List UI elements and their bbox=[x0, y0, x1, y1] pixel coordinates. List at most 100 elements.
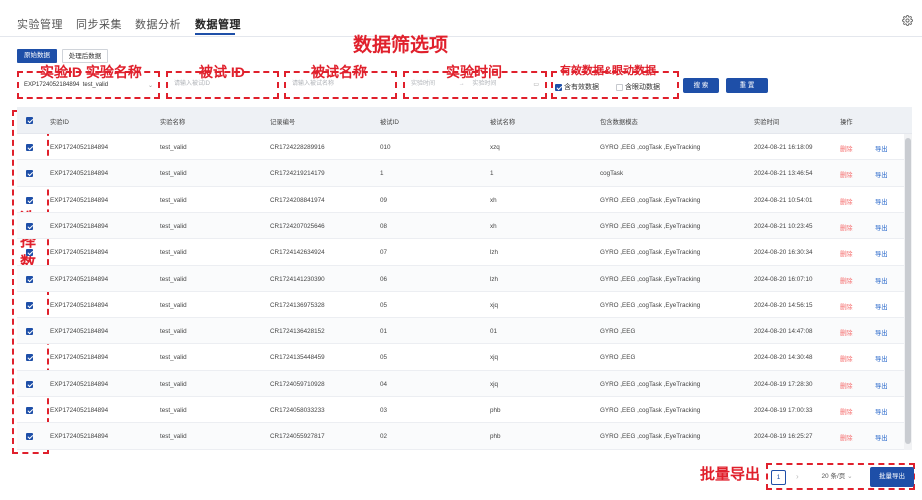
delete-link[interactable]: 删除 bbox=[840, 276, 853, 285]
export-link[interactable]: 导出 bbox=[875, 328, 888, 337]
delete-link[interactable]: 删除 bbox=[840, 197, 853, 206]
col-header-actions: 操作 bbox=[840, 119, 853, 126]
cell-subject-name: 1 bbox=[490, 170, 494, 178]
cell-time: 2024-08-20 14:30:48 bbox=[754, 354, 813, 362]
row-select-checkbox[interactable] bbox=[26, 380, 33, 388]
export-link[interactable]: 导出 bbox=[875, 197, 888, 206]
export-link[interactable]: 导出 bbox=[875, 354, 888, 363]
col-header-time: 实验时间 bbox=[754, 119, 780, 126]
export-link[interactable]: 导出 bbox=[875, 144, 888, 153]
cell-record: CR1724136428152 bbox=[270, 328, 325, 336]
delete-link[interactable]: 删除 bbox=[840, 170, 853, 179]
row-select-checkbox[interactable] bbox=[26, 249, 33, 257]
cell-exp-name: test_valid bbox=[160, 354, 187, 362]
cell-exp-name: test_valid bbox=[160, 433, 187, 441]
chevron-down-icon: ⌄ bbox=[147, 83, 153, 89]
table-row: EXP1724052184894 test_valid CR172420702564… bbox=[17, 212, 904, 240]
cell-modality: GYRO ,EEG ,cogTask ,EyeTracking bbox=[600, 380, 701, 388]
row-select-checkbox[interactable] bbox=[26, 170, 33, 178]
reset-button[interactable]: 重 置 bbox=[726, 78, 768, 93]
cell-subject-id: 07 bbox=[380, 249, 388, 257]
export-link[interactable]: 导出 bbox=[875, 249, 888, 258]
cell-subject-id: 1 bbox=[380, 170, 384, 178]
cell-modality: GYRO ,EEG ,cogTask ,EyeTracking bbox=[600, 196, 701, 204]
delete-link[interactable]: 删除 bbox=[840, 381, 853, 390]
has-valid-checkbox[interactable]: 含有效数据 bbox=[555, 82, 599, 92]
export-link[interactable]: 导出 bbox=[875, 276, 888, 285]
cell-time: 2024-08-19 16:25:27 bbox=[754, 433, 813, 441]
cell-exp-id: EXP1724052184894 bbox=[50, 328, 109, 336]
cell-exp-id: EXP1724052184894 bbox=[50, 354, 109, 362]
row-select-checkbox[interactable] bbox=[26, 328, 33, 336]
cell-subject-name: phb bbox=[490, 433, 501, 441]
checkbox-checked-icon bbox=[555, 83, 562, 91]
cell-subject-id: 09 bbox=[380, 196, 388, 204]
cell-record: CR1724059710928 bbox=[270, 380, 325, 388]
nav-tab-sync-collection[interactable]: 同步采集 bbox=[76, 16, 122, 32]
scrollbar-thumb[interactable] bbox=[905, 138, 911, 444]
cell-exp-id: EXP1724052184894 bbox=[50, 407, 109, 414]
page-size-select[interactable]: 20 条/页 ⌄ bbox=[815, 470, 859, 485]
time-start-input[interactable]: 实验时间 bbox=[411, 81, 435, 87]
export-link[interactable]: 导出 bbox=[875, 407, 888, 416]
cell-exp-name: test_valid bbox=[160, 249, 187, 257]
cell-subject-name: xh bbox=[490, 196, 497, 204]
cell-record: CR1724228289916 bbox=[270, 144, 325, 151]
cell-modality: GYRO ,EEG ,cogTask ,EyeTracking bbox=[600, 144, 701, 151]
batch-export-button[interactable]: 批量导出 bbox=[870, 467, 914, 487]
export-link[interactable]: 导出 bbox=[875, 381, 888, 390]
delete-link[interactable]: 删除 bbox=[840, 407, 853, 416]
cell-time: 2024-08-20 14:47:08 bbox=[754, 328, 813, 336]
nav-tab-data-management[interactable]: 数据管理 bbox=[195, 16, 241, 32]
time-end-input[interactable]: 实验时间 bbox=[472, 81, 496, 87]
nav-tab-experiment-management[interactable]: 实验管理 bbox=[17, 16, 63, 32]
subtab-raw-data[interactable]: 原始数据 bbox=[17, 49, 57, 63]
table-row: EXP1724052184894 test_valid CR172422828991… bbox=[17, 134, 904, 161]
cell-record: CR1724058033233 bbox=[270, 407, 325, 414]
export-link[interactable]: 导出 bbox=[875, 433, 888, 442]
page-number-current[interactable]: 1 bbox=[771, 470, 786, 485]
nav-tab-data-analysis[interactable]: 数据分析 bbox=[135, 16, 181, 32]
subtab-processed-data[interactable]: 处理后数据 bbox=[62, 49, 108, 63]
cell-exp-name: test_valid bbox=[160, 275, 187, 283]
row-select-checkbox[interactable] bbox=[26, 354, 33, 362]
cell-modality: GYRO ,EEG ,cogTask ,EyeTracking bbox=[600, 433, 701, 441]
col-header-exp-name: 实验名称 bbox=[160, 119, 186, 126]
active-tab-underline bbox=[195, 33, 235, 35]
next-page-icon[interactable]: › bbox=[796, 472, 799, 481]
row-select-checkbox[interactable] bbox=[26, 196, 33, 204]
subject-name-input[interactable]: 请输入被试名称 bbox=[288, 78, 393, 93]
row-select-checkbox[interactable] bbox=[26, 301, 33, 309]
delete-link[interactable]: 删除 bbox=[840, 433, 853, 442]
delete-link[interactable]: 删除 bbox=[840, 354, 853, 363]
delete-link[interactable]: 删除 bbox=[840, 249, 853, 258]
delete-link[interactable]: 删除 bbox=[840, 223, 853, 232]
delete-link[interactable]: 删除 bbox=[840, 328, 853, 337]
row-select-checkbox[interactable] bbox=[26, 275, 33, 283]
has-eye-checkbox[interactable]: 含眼动数据 bbox=[616, 82, 660, 92]
cell-modality: GYRO ,EEG bbox=[600, 354, 636, 362]
cell-record: CR1724208841974 bbox=[270, 196, 325, 204]
cell-time: 2024-08-21 16:18:09 bbox=[754, 144, 813, 151]
cell-exp-name: test_valid bbox=[160, 170, 187, 178]
row-select-checkbox[interactable] bbox=[26, 407, 33, 414]
export-link[interactable]: 导出 bbox=[875, 302, 888, 311]
search-button[interactable]: 搜 索 bbox=[683, 78, 719, 93]
delete-link[interactable]: 删除 bbox=[840, 144, 853, 153]
row-select-checkbox[interactable] bbox=[26, 433, 33, 441]
delete-link[interactable]: 删除 bbox=[840, 302, 853, 311]
select-all-checkbox[interactable] bbox=[26, 117, 33, 124]
cell-time: 2024-08-20 16:07:10 bbox=[754, 275, 813, 283]
export-link[interactable]: 导出 bbox=[875, 170, 888, 179]
row-select-checkbox[interactable] bbox=[26, 144, 33, 151]
row-select-checkbox[interactable] bbox=[26, 222, 33, 230]
export-link[interactable]: 导出 bbox=[875, 223, 888, 232]
experiment-time-range[interactable]: 实验时间 → 实验时间 ▭ bbox=[407, 78, 543, 93]
experiment-select[interactable]: EXP1724052184894 test_valid ⌄ bbox=[20, 79, 157, 94]
gear-icon[interactable] bbox=[902, 15, 913, 26]
table-row: EXP1724052184894 test_valid CR172414263492… bbox=[17, 239, 904, 266]
cell-modality: GYRO ,EEG bbox=[600, 328, 636, 336]
table-row: EXP1724052184894 test_valid CR172413642815… bbox=[17, 318, 904, 345]
cell-exp-id: EXP1724052184894 bbox=[50, 144, 109, 151]
subject-id-input[interactable]: 请输入被试ID bbox=[170, 78, 275, 93]
